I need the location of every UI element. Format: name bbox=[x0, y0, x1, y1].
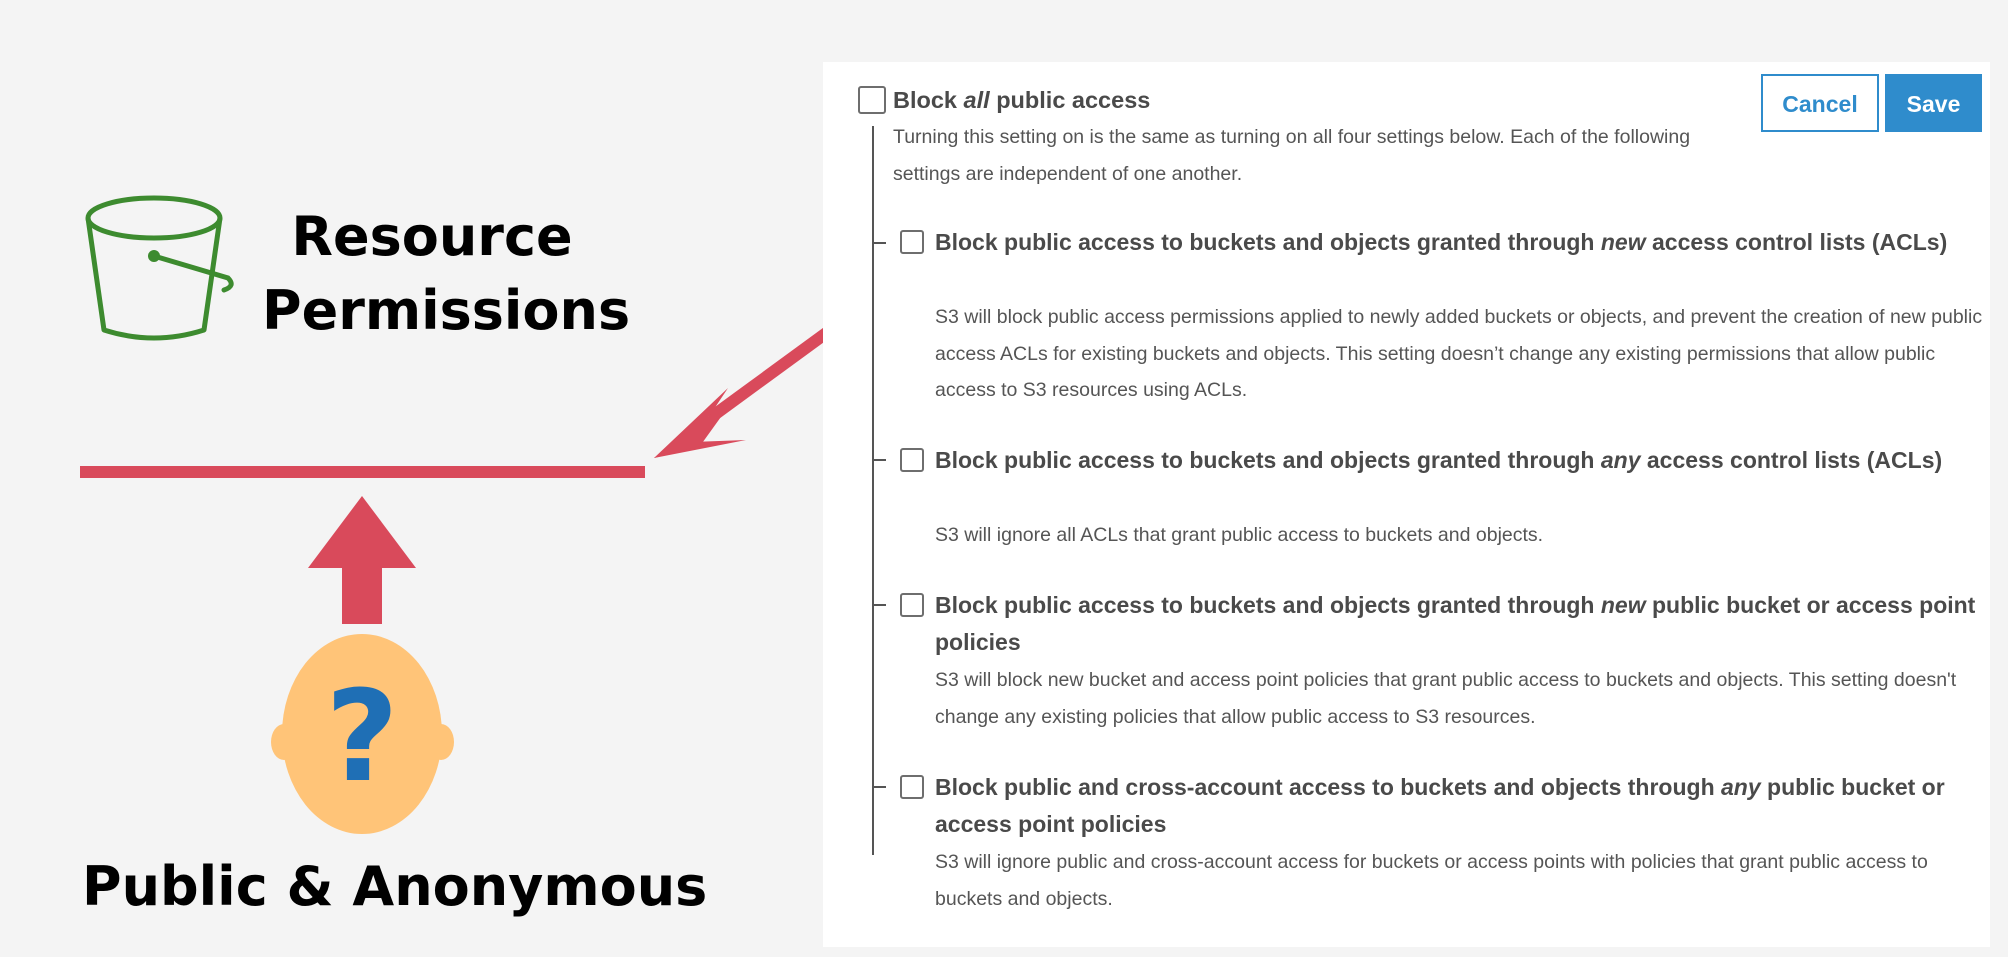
block-all-public-access-title: Block all public access bbox=[893, 87, 1151, 113]
up-arrow-icon bbox=[308, 496, 416, 624]
setting-new-acls-title: Block public access to buckets and objec… bbox=[935, 229, 1948, 255]
tree-branch-tick bbox=[872, 604, 886, 606]
setting-new-policies-title: Block public access to buckets and objec… bbox=[935, 592, 1976, 655]
block-public-access-panel: Block all public access Turning this set… bbox=[823, 62, 1990, 947]
setting-any-acls-description: S3 will ignore all ACLs that grant publi… bbox=[935, 524, 1544, 546]
setting-any-policies-checkbox[interactable] bbox=[900, 775, 924, 799]
public-anonymous-label: Public & Anonymous bbox=[82, 855, 708, 918]
permission-boundary-line bbox=[80, 466, 645, 478]
bucket-icon bbox=[85, 195, 234, 341]
setting-any-policies-description: S3 will ignore public and cross-account … bbox=[935, 851, 1928, 910]
setting-new-acls-description: S3 will block public access permissions … bbox=[935, 306, 1983, 401]
setting-new-policies-checkbox[interactable] bbox=[900, 593, 924, 617]
setting-any-policies-title: Block public and cross-account access to… bbox=[935, 774, 1945, 837]
setting-new-acls-checkbox[interactable] bbox=[900, 230, 924, 254]
anonymous-person-icon: ? bbox=[271, 634, 454, 834]
tree-branch-tick bbox=[872, 459, 886, 461]
resource-title-line2: Permissions bbox=[262, 279, 631, 342]
resource-permissions-title: Resource Permissions bbox=[262, 200, 631, 348]
setting-any-acls-title: Block public access to buckets and objec… bbox=[935, 447, 1943, 473]
tree-branch-tick bbox=[872, 786, 886, 788]
tree-connector-line bbox=[872, 126, 874, 855]
block-all-public-access-checkbox[interactable] bbox=[858, 86, 886, 114]
cancel-button[interactable]: Cancel bbox=[1761, 74, 1879, 132]
save-button[interactable]: Save bbox=[1885, 74, 1982, 132]
block-all-public-access-description: Turning this setting on is the same as t… bbox=[893, 126, 1691, 185]
setting-new-policies-description: S3 will block new bucket and access poin… bbox=[935, 669, 1957, 728]
resource-title-line1: Resource bbox=[291, 205, 573, 268]
setting-any-acls-checkbox[interactable] bbox=[900, 448, 924, 472]
tree-branch-tick bbox=[872, 242, 886, 244]
question-mark-icon: ? bbox=[325, 663, 398, 810]
